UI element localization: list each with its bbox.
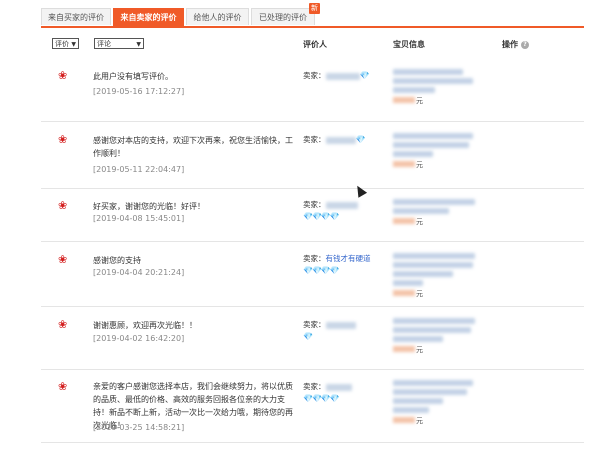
flower-icon: ❀ [58,199,68,212]
seller-info: 卖家： 💎 [303,134,383,146]
tab-label: 已处理的评价 [259,13,307,22]
tab-from-buyers[interactable]: 来自买家的评价 [41,8,111,25]
comment-text: 谢谢惠顾，欢迎再次光临！！ [93,321,197,330]
seller-label: 卖家： [303,382,326,391]
table-row: ❀ 感谢您的支持 [2019-04-04 20:21:24] 卖家：有钱才有硬道… [41,242,584,307]
price-unit: 元 [416,218,423,226]
seller-info: 卖家： 💎 [303,70,383,82]
chevron-down-icon: ▼ [136,41,141,48]
price-unit: 元 [416,290,423,298]
price-unit: 元 [416,417,423,425]
diamond-icon: 💎 [303,332,313,341]
rating-filter-select[interactable]: 评价 ▼ [52,38,79,49]
price-unit: 元 [416,161,423,169]
seller-info: 卖家： 💎 [303,319,383,343]
tab-label: 来自卖家的评价 [120,13,177,22]
item-info[interactable]: 元 [393,318,483,355]
tab-label: 给他人的评价 [193,13,242,22]
item-info[interactable]: 元 [393,380,483,426]
rating-filter-value: 评价 [55,40,69,48]
table-row: ❀ 亲爱的客户感谢您选择本店，我们会继续努力，将以优质的品质、最低的价格、高效的… [41,370,584,443]
tab-label: 来自买家的评价 [48,13,104,22]
seller-info: 卖家： 💎💎💎💎 [303,381,383,405]
comment-text: 感谢您对本店的支持，欢迎下次再来，祝您生活愉快，工作顺利！ [93,136,293,158]
chevron-down-icon: ▼ [71,41,76,48]
table-row: ❀ 谢谢惠顾，欢迎再次光临！！ [2019-04-02 16:42:20] 卖家… [41,307,584,370]
diamond-icon: 💎💎💎💎 [303,212,340,221]
comment-text: 感谢您的支持 [93,256,141,265]
comment-date: [2019-05-16 17:12:27] [93,87,185,96]
tab-processed[interactable]: 已处理的评价 新 [251,3,320,25]
comment-filter-value: 评论 [97,40,111,48]
comment-text: 好买家，谢谢您的光临！好评！ [93,202,205,211]
review-tabs: 来自买家的评价 来自卖家的评价 给他人的评价 已处理的评价 新 [41,3,584,28]
price-unit: 元 [416,346,423,354]
flower-icon: ❀ [58,133,68,146]
seller-label: 卖家： [303,71,326,80]
seller-name-blurred[interactable] [325,201,358,209]
seller-name-blurred[interactable] [325,72,360,80]
table-header: 评价 ▼ 评论 ▼ 评价人 宝贝信息 操作? [41,38,584,56]
comment-date: [2019-05-11 22:04:47] [93,165,185,174]
seller-info: 卖家：有钱才有硬道 💎💎💎💎 [303,253,383,277]
flower-icon: ❀ [58,318,68,331]
seller-label: 卖家： [303,320,326,329]
comment-date: [2019-03-25 14:58:21] [93,423,185,432]
tab-to-others[interactable]: 给他人的评价 [186,8,249,25]
item-info[interactable]: 元 [393,69,483,106]
seller-name-link[interactable]: 有钱才有硬道 [326,254,371,263]
seller-label: 卖家： [303,200,326,209]
seller-label: 卖家： [303,254,326,263]
seller-label: 卖家： [303,135,326,144]
item-info[interactable]: 元 [393,199,483,227]
comment-date: [2019-04-02 16:42:20] [93,334,185,343]
flower-icon: ❀ [58,380,68,393]
reviewer-column-header: 评价人 [303,40,327,49]
question-circle-icon[interactable]: ? [521,40,529,49]
item-info[interactable]: 元 [393,133,483,170]
seller-name-blurred[interactable] [325,383,352,391]
diamond-icon: 💎 [355,135,366,144]
table-row: ❀ 此用户没有填写评价。 [2019-05-16 17:12:27] 卖家： 💎 … [41,60,584,122]
comment-filter-select[interactable]: 评论 ▼ [94,38,144,49]
new-badge: 新 [309,3,320,14]
diamond-icon: 💎 [359,71,370,80]
seller-name-blurred[interactable] [325,136,356,144]
action-label: 操作 [502,40,518,49]
comment-text: 此用户没有填写评价。 [93,72,173,81]
item-info[interactable]: 元 [393,253,483,299]
comment-date: [2019-04-08 15:45:01] [93,214,185,223]
table-row: ❀ 好买家，谢谢您的光临！好评！ [2019-04-08 15:45:01] 卖… [41,189,584,242]
item-column-header: 宝贝信息 [393,40,425,49]
diamond-icon: 💎💎💎💎 [303,266,340,275]
flower-icon: ❀ [58,69,68,82]
seller-name-blurred[interactable] [325,321,356,329]
diamond-icon: 💎💎💎💎 [303,394,340,403]
seller-info: 卖家： 💎💎💎💎 [303,199,383,223]
comment-date: [2019-04-04 20:21:24] [93,268,185,277]
action-column-header: 操作? [502,39,529,50]
table-row: ❀ 感谢您对本店的支持，欢迎下次再来，祝您生活愉快，工作顺利！ [2019-05… [41,122,584,189]
tab-from-sellers[interactable]: 来自卖家的评价 [113,8,184,26]
price-unit: 元 [416,97,423,105]
flower-icon: ❀ [58,253,68,266]
